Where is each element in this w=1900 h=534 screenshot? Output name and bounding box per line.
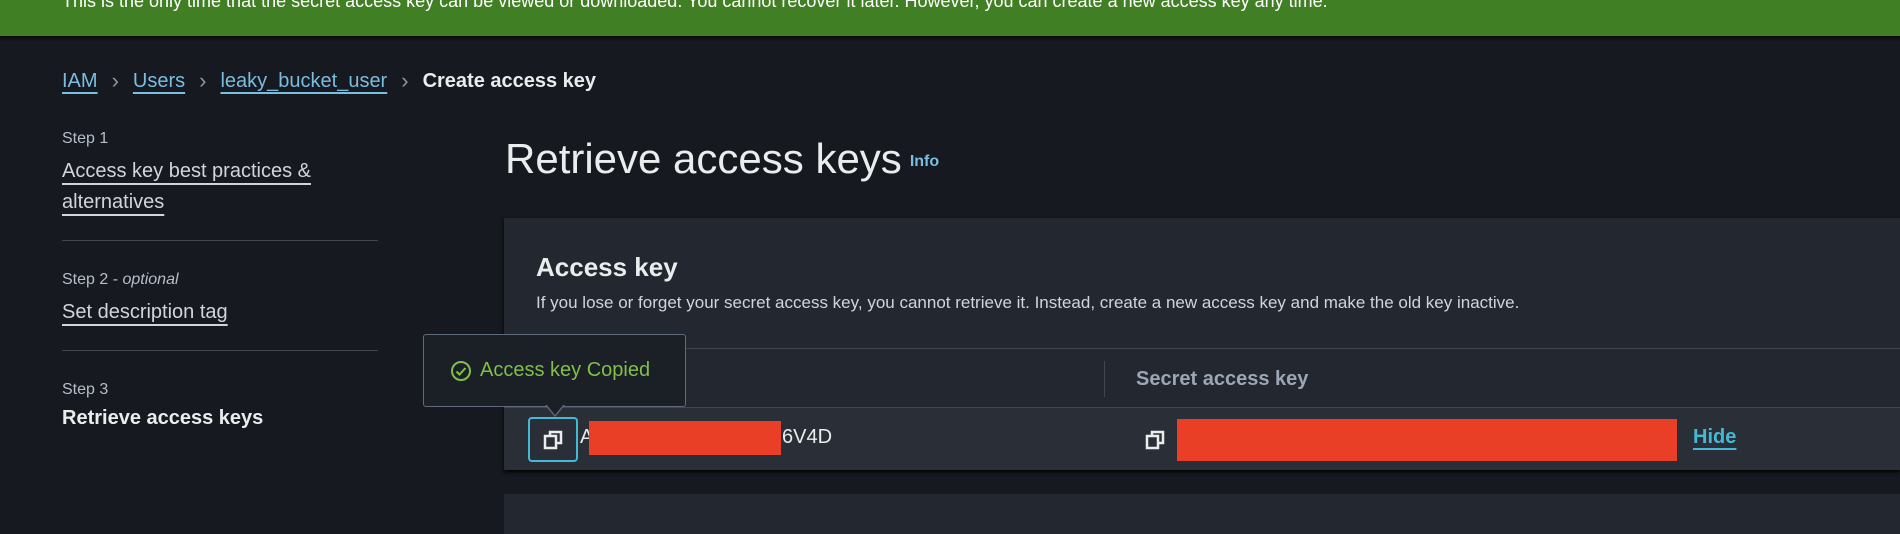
chevron-right-icon: › <box>111 68 119 93</box>
tooltip-text: Access key Copied <box>480 359 651 381</box>
step-3-current: Retrieve access keys <box>62 407 264 429</box>
copy-secret-key-button[interactable] <box>1130 417 1180 462</box>
step-1-link[interactable]: Access key best practices & alternatives <box>62 156 322 218</box>
breadcrumb-users[interactable]: Users <box>133 70 185 93</box>
step-2-label: Step 2 - optional <box>62 271 179 288</box>
step-1-label: Step 1 <box>62 130 109 147</box>
tooltip-arrow <box>545 404 565 417</box>
copy-icon <box>543 430 563 449</box>
check-circle-icon <box>451 360 471 381</box>
divider <box>62 240 378 241</box>
divider <box>62 350 378 351</box>
copy-icon <box>1145 430 1165 449</box>
copied-tooltip: Access key Copied <box>423 334 686 407</box>
breadcrumb-user[interactable]: leaky_bucket_user <box>220 70 387 93</box>
column-secret-access-key: Secret access key <box>1136 368 1309 390</box>
chevron-right-icon: › <box>199 68 207 93</box>
info-link[interactable]: Info <box>910 153 939 170</box>
panel-description: If you lose or forget your secret access… <box>536 293 1520 312</box>
next-panel <box>504 494 1900 534</box>
breadcrumb: IAM › Users › leaky_bucket_user › Create ac… <box>62 68 596 94</box>
breadcrumb-iam[interactable]: IAM <box>62 70 98 93</box>
breadcrumb-current: Create access key <box>422 69 597 92</box>
success-banner: This is the only time that the secret ac… <box>0 0 1900 36</box>
panel-heading: Access key <box>536 252 678 282</box>
table-header: Secret access key <box>504 348 1900 408</box>
access-key-panel: Access key If you lose or forget your se… <box>504 218 1900 470</box>
table-row: A 6V4D Hide <box>504 408 1900 470</box>
banner-shadow <box>0 36 1900 42</box>
hide-secret-link[interactable]: Hide <box>1693 426 1736 449</box>
redaction-box <box>1177 419 1677 461</box>
redaction-box <box>589 421 781 455</box>
step-2-link[interactable]: Set description tag <box>62 301 228 323</box>
access-key-suffix: 6V4D <box>782 426 833 448</box>
column-divider <box>1104 361 1105 397</box>
wizard-steps: Step 1 Access key best practices & alter… <box>62 130 378 430</box>
step-3-label: Step 3 <box>62 381 109 398</box>
chevron-right-icon: › <box>401 68 409 93</box>
copy-access-key-button[interactable] <box>528 417 578 462</box>
page-title: Retrieve access keys Info <box>505 135 940 182</box>
